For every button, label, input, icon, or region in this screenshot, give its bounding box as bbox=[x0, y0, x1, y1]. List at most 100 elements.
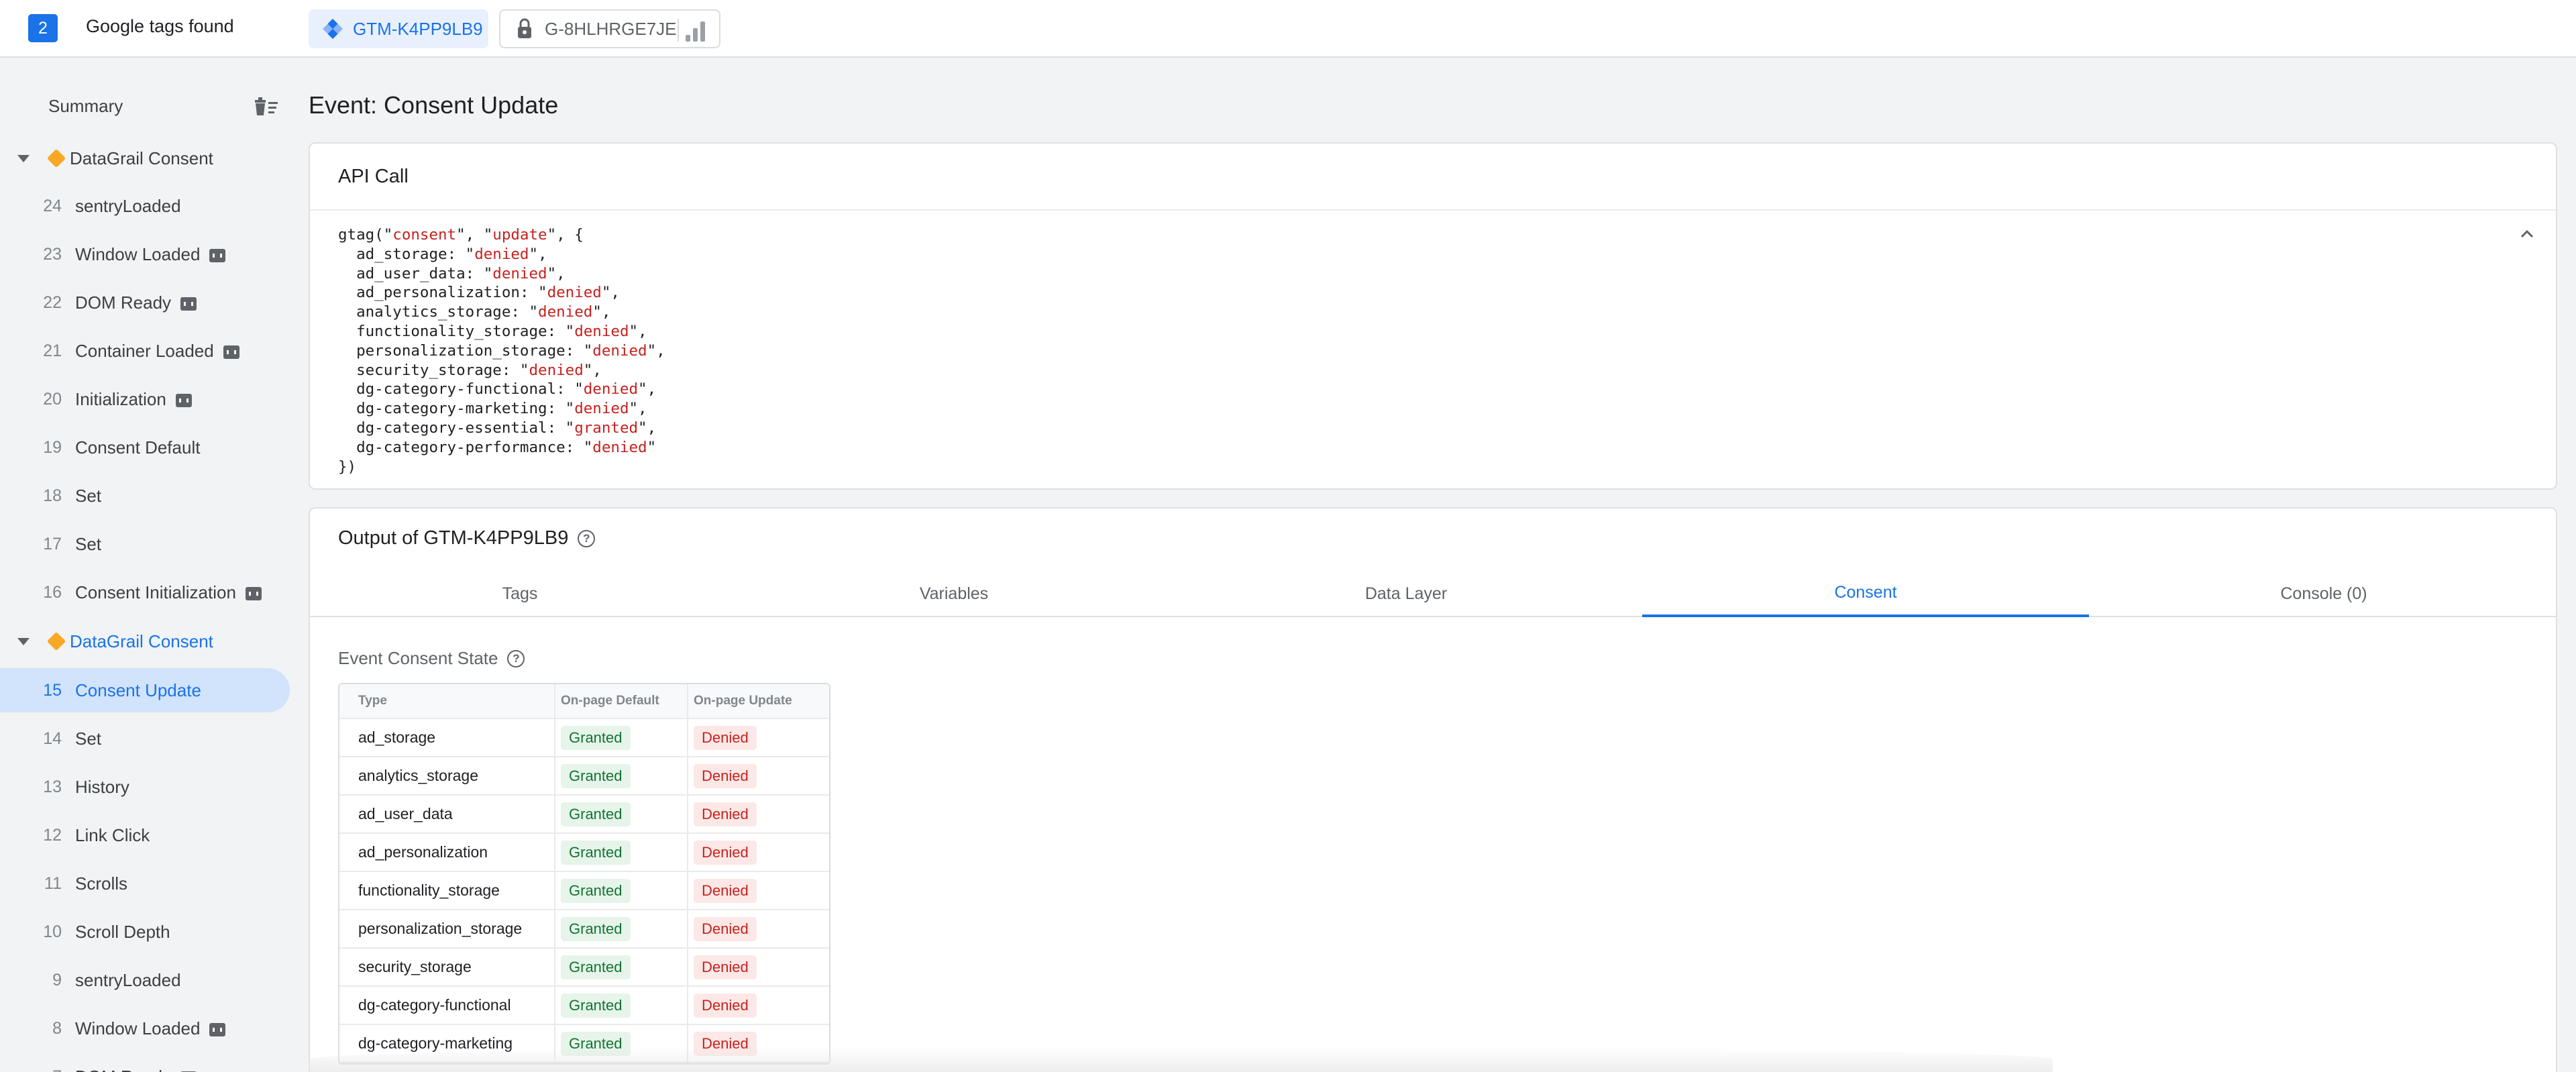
summary-row[interactable]: Summary bbox=[0, 86, 295, 126]
event-number: 17 bbox=[43, 534, 62, 553]
event-item[interactable]: 23 Window Loaded bbox=[0, 232, 290, 276]
container-group-row[interactable]: DataGrail Consent bbox=[0, 621, 295, 661]
tab-consent[interactable]: Consent bbox=[1642, 570, 2089, 617]
event-number: 19 bbox=[43, 437, 62, 457]
table-row: analytics_storage Granted Denied bbox=[339, 757, 829, 796]
consent-state-heading: Event Consent State ? bbox=[338, 648, 525, 669]
help-icon[interactable]: ? bbox=[578, 529, 596, 547]
chevron-down-icon[interactable] bbox=[17, 154, 30, 162]
event-item[interactable]: 22 DOM Ready bbox=[0, 280, 290, 325]
event-number: 13 bbox=[43, 777, 62, 796]
container-tab-label: G-8HLHRGE7JE bbox=[545, 18, 677, 39]
default-status-badge: Granted bbox=[561, 802, 631, 826]
column-header: On-page Update bbox=[687, 684, 829, 719]
tab-data-layer[interactable]: Data Layer bbox=[1178, 570, 1634, 617]
event-item[interactable]: 21 Container Loaded bbox=[0, 329, 290, 373]
event-number: 11 bbox=[44, 873, 62, 893]
update-status-badge: Denied bbox=[694, 763, 757, 788]
code-value: granted bbox=[574, 419, 639, 437]
table-row: security_storage Granted Denied bbox=[339, 949, 829, 987]
code-value: denied bbox=[474, 245, 529, 263]
code-arg: consent bbox=[392, 226, 457, 244]
api-call-icon bbox=[223, 345, 239, 359]
gtm-diamond-icon bbox=[321, 17, 345, 41]
default-status-badge: Granted bbox=[561, 955, 631, 979]
event-label: Container Loaded bbox=[75, 341, 239, 362]
default-status-badge: Granted bbox=[561, 725, 631, 750]
event-label: Set bbox=[75, 485, 102, 506]
code-value: denied bbox=[538, 303, 593, 321]
code-key: dg-category-essential bbox=[356, 419, 547, 437]
container-group-row[interactable]: DataGrail Consent bbox=[0, 138, 295, 178]
table-row: ad_personalization Granted Denied bbox=[339, 834, 829, 872]
default-status-badge: Granted bbox=[561, 993, 631, 1018]
event-number: 18 bbox=[43, 486, 62, 505]
chevron-up-icon[interactable] bbox=[2517, 224, 2537, 244]
event-item[interactable]: 12 Link Click bbox=[0, 813, 290, 857]
code-arg: update bbox=[492, 226, 547, 244]
event-item[interactable]: 7 DOM Ready bbox=[0, 1055, 290, 1072]
chevron-down-icon[interactable] bbox=[17, 637, 30, 645]
code-key: functionality_storage bbox=[356, 322, 547, 340]
event-item[interactable]: 20 Initialization bbox=[0, 377, 290, 421]
api-call-card: API Call gtag("consent", "update", { ad_… bbox=[309, 142, 2557, 490]
code-value: denied bbox=[592, 341, 647, 360]
event-item[interactable]: 9 sentryLoaded bbox=[0, 958, 290, 1002]
code-value: denied bbox=[574, 322, 629, 340]
table-row: functionality_storage Granted Denied bbox=[339, 872, 829, 910]
api-call-icon bbox=[175, 393, 192, 407]
event-item[interactable]: 13 History bbox=[0, 765, 290, 809]
default-cell: Granted bbox=[554, 757, 687, 796]
table-row: ad_storage Granted Denied bbox=[339, 719, 829, 757]
event-item[interactable]: 11 Scrolls bbox=[0, 861, 290, 906]
event-item[interactable]: 14 Set bbox=[0, 716, 290, 761]
event-item[interactable]: 10 Scroll Depth bbox=[0, 910, 290, 954]
tab-console[interactable]: Console (0) bbox=[2089, 570, 2556, 617]
event-label: Consent Initialization bbox=[75, 582, 262, 603]
code-key: dg-category-functional bbox=[356, 380, 557, 398]
default-cell: Granted bbox=[554, 719, 687, 757]
event-item[interactable]: 17 Set bbox=[0, 522, 290, 566]
code-function: gtag bbox=[338, 226, 375, 244]
consent-type: personalization_storage bbox=[339, 910, 554, 949]
event-item[interactable]: 16 Consent Initialization bbox=[0, 570, 290, 614]
consent-type: ad_storage bbox=[339, 719, 554, 757]
scroll-shadow bbox=[309, 1047, 2053, 1072]
container-tab-gtm[interactable]: GTM-K4PP9LB9 bbox=[309, 9, 488, 48]
event-label: History bbox=[75, 776, 129, 797]
api-call-icon bbox=[209, 248, 226, 262]
update-cell: Denied bbox=[687, 757, 829, 796]
update-cell: Denied bbox=[687, 987, 829, 1025]
event-number: 14 bbox=[43, 729, 62, 748]
event-number: 9 bbox=[52, 970, 62, 989]
lock-tag-icon bbox=[513, 17, 537, 41]
event-item[interactable]: 8 Window Loaded bbox=[0, 1006, 290, 1051]
event-number: 7 bbox=[52, 1067, 62, 1072]
code-key: security_storage bbox=[356, 361, 502, 379]
event-item-selected[interactable]: 15 Consent Update bbox=[0, 668, 290, 712]
update-status-badge: Denied bbox=[694, 840, 757, 865]
tab-tags[interactable]: Tags bbox=[310, 570, 730, 617]
tab-variables[interactable]: Variables bbox=[730, 570, 1178, 617]
event-number: 12 bbox=[43, 825, 62, 845]
api-call-icon bbox=[180, 297, 197, 311]
event-item[interactable]: 18 Set bbox=[0, 474, 290, 518]
code-key: dg-category-performance bbox=[356, 438, 566, 456]
code-value: denied bbox=[547, 284, 602, 302]
consent-type: functionality_storage bbox=[339, 872, 554, 910]
event-item[interactable]: 19 Consent Default bbox=[0, 425, 290, 470]
api-call-card-title: API Call bbox=[310, 144, 2556, 211]
help-icon[interactable]: ? bbox=[507, 649, 525, 667]
api-call-title: API Call bbox=[338, 165, 409, 187]
event-item[interactable]: 24 sentryLoaded bbox=[0, 184, 290, 228]
event-number: 23 bbox=[43, 244, 62, 264]
container-tab-ga[interactable]: G-8HLHRGE7JE bbox=[499, 9, 720, 48]
event-label: Set bbox=[75, 728, 102, 749]
column-header: Type bbox=[339, 684, 554, 719]
container-group-label: DataGrail Consent bbox=[70, 631, 213, 651]
code-key: analytics_storage bbox=[356, 303, 511, 321]
event-label: Window Loaded bbox=[75, 1018, 226, 1039]
default-cell: Granted bbox=[554, 796, 687, 834]
clear-messages-icon[interactable] bbox=[251, 94, 280, 118]
update-status-badge: Denied bbox=[694, 993, 757, 1018]
